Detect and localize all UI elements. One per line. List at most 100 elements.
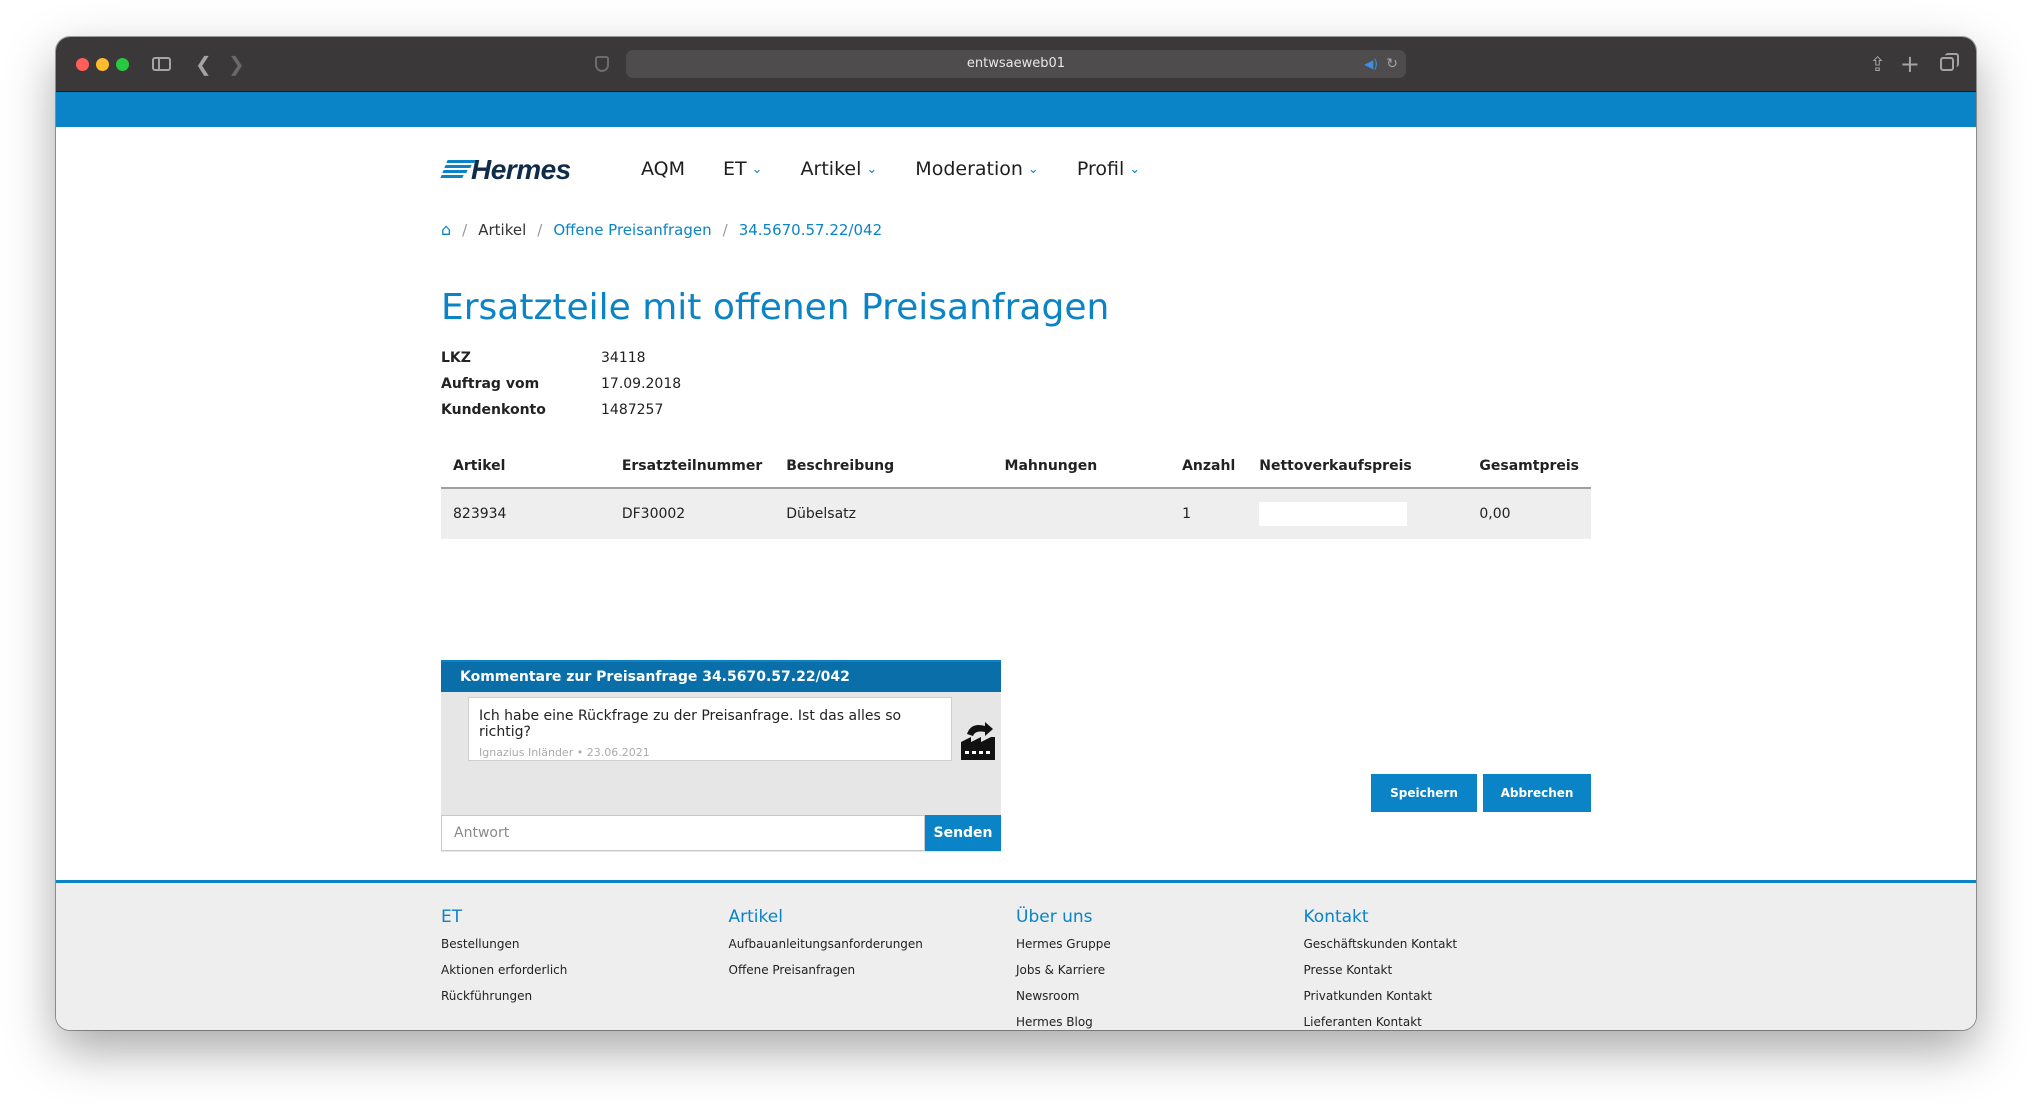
meta-label: Kundenkonto xyxy=(441,402,546,418)
breadcrumb-separator: / xyxy=(537,220,543,239)
col-ersatzteilnummer: Ersatzteilnummer xyxy=(609,444,775,489)
page-title: Ersatzteile mit offenen Preisanfragen xyxy=(441,287,1110,328)
meta-label: Auftrag vom xyxy=(441,376,540,392)
browser-titlebar: ❮ ❯ entwsaeweb01 ◀) ↻ ⇪ + xyxy=(56,37,1976,92)
breadcrumb-separator: / xyxy=(722,220,728,239)
footer-col-artikel: Artikel Aufbauanleitungsanforderungen Of… xyxy=(729,907,1017,1030)
col-nettoverkaufspreis: Nettoverkaufspreis xyxy=(1247,444,1468,489)
cancel-button[interactable]: Abbrechen xyxy=(1483,774,1591,812)
footer-link[interactable]: Bestellungen xyxy=(441,937,729,963)
footer-link[interactable]: Hermes Gruppe xyxy=(1016,937,1304,963)
page: Hermes AQM ET ⌄ Artikel ⌄ Moderation ⌄ Prof… xyxy=(56,92,1976,1030)
footer-col-title[interactable]: Über uns xyxy=(1016,907,1304,927)
meta-value: 34118 xyxy=(601,350,646,366)
meta-value: 1487257 xyxy=(601,402,664,418)
save-button[interactable]: Speichern xyxy=(1371,774,1477,812)
nettoverkaufspreis-input[interactable] xyxy=(1259,502,1408,526)
reply-form: Senden xyxy=(441,815,1001,851)
zoom-window-button[interactable] xyxy=(116,58,129,71)
footer-link[interactable]: Rückführungen xyxy=(441,989,729,1015)
breadcrumb-separator: / xyxy=(462,220,468,239)
cell-gesamtpreis: 0,00 xyxy=(1467,488,1591,539)
address-bar[interactable]: entwsaeweb01 ◀) ↻ xyxy=(626,50,1406,78)
minimize-window-button[interactable] xyxy=(96,58,109,71)
breadcrumb-offene-preisanfragen[interactable]: Offene Preisanfragen xyxy=(553,221,711,239)
meta-row-lkz: LKZ 34118 xyxy=(441,350,681,376)
breadcrumb: ⌂ / Artikel / Offene Preisanfragen / 34.… xyxy=(441,220,882,239)
footer-link[interactable]: Jobs & Karriere xyxy=(1016,963,1304,989)
footer-link[interactable]: Offene Preisanfragen xyxy=(729,963,1017,989)
cell-nettoverkaufspreis xyxy=(1247,488,1468,539)
back-icon[interactable]: ❮ xyxy=(195,51,212,77)
cell-anzahl: 1 xyxy=(1170,488,1248,539)
chevron-down-icon: ⌄ xyxy=(1129,161,1141,177)
footer-col-ueber-uns: Über uns Hermes Gruppe Jobs & Karriere N… xyxy=(1016,907,1304,1030)
nav-moderation[interactable]: Moderation ⌄ xyxy=(915,158,1039,180)
footer-link[interactable]: Aufbauanleitungsanforderungen xyxy=(729,937,1017,963)
comments-header: Kommentare zur Preisanfrage 34.5670.57.2… xyxy=(441,660,1001,692)
nav-artikel[interactable]: Artikel ⌄ xyxy=(801,158,878,180)
browser-window: ❮ ❯ entwsaeweb01 ◀) ↻ ⇪ + Hermes AQM ET … xyxy=(56,37,1976,1030)
footer-col-title[interactable]: ET xyxy=(441,907,729,927)
footer-link[interactable]: Presse Kontakt xyxy=(1304,963,1592,989)
nav-label: AQM xyxy=(641,158,686,180)
send-button[interactable]: Senden xyxy=(925,815,1001,851)
sidebar-toggle-icon[interactable] xyxy=(152,57,171,71)
breadcrumb-auftrag[interactable]: 34.5670.57.22/042 xyxy=(739,221,882,239)
parts-table: Artikel Ersatzteilnummer Beschreibung Ma… xyxy=(441,444,1591,539)
close-window-button[interactable] xyxy=(76,58,89,71)
col-gesamtpreis: Gesamtpreis xyxy=(1467,444,1591,489)
cell-ersatzteilnummer: DF30002 xyxy=(609,488,775,539)
col-anzahl: Anzahl xyxy=(1170,444,1248,489)
comment-author-date: Ignazius Inländer • 23.06.2021 xyxy=(479,746,650,759)
form-actions: Speichern Abbrechen xyxy=(1371,774,1591,812)
comment-text: Ich habe eine Rückfrage zu der Preisanfr… xyxy=(479,708,902,740)
footer-link[interactable]: Geschäftskunden Kontakt xyxy=(1304,937,1592,963)
forward-icon[interactable]: ❯ xyxy=(228,51,245,77)
footer-columns: ET Bestellungen Aktionen erforderlich Rü… xyxy=(441,907,1591,1030)
order-meta: LKZ 34118 Auftrag vom 17.09.2018 Kundenk… xyxy=(441,350,681,428)
logo-stripes-icon xyxy=(440,160,476,180)
col-beschreibung: Beschreibung xyxy=(774,444,993,489)
footer-col-title[interactable]: Kontakt xyxy=(1304,907,1592,927)
privacy-shield-icon[interactable] xyxy=(595,56,609,72)
breadcrumb-artikel: Artikel xyxy=(478,220,527,239)
reply-input[interactable] xyxy=(441,815,925,851)
cell-mahnungen xyxy=(992,488,1171,539)
col-mahnungen: Mahnungen xyxy=(992,444,1171,489)
logo-text: Hermes xyxy=(471,154,571,185)
table-row: 823934 DF30002 Dübelsatz 1 0,00 xyxy=(441,488,1591,539)
home-icon[interactable]: ⌂ xyxy=(441,220,451,239)
nav-label: ET xyxy=(723,158,747,180)
cell-beschreibung: Dübelsatz xyxy=(774,488,993,539)
reload-icon[interactable]: ↻ xyxy=(1386,50,1398,78)
col-artikel: Artikel xyxy=(441,444,610,489)
meta-row-auftrag-vom: Auftrag vom 17.09.2018 xyxy=(441,376,681,402)
footer-col-kontakt: Kontakt Geschäftskunden Kontakt Presse K… xyxy=(1304,907,1592,1030)
url-text: entwsaeweb01 xyxy=(966,56,1066,71)
footer-link[interactable]: Newsroom xyxy=(1016,989,1304,1015)
footer: ET Bestellungen Aktionen erforderlich Rü… xyxy=(56,880,1976,1030)
audio-icon[interactable]: ◀) xyxy=(1364,50,1378,78)
tab-overview-icon[interactable] xyxy=(1940,53,1959,71)
footer-col-et: ET Bestellungen Aktionen erforderlich Rü… xyxy=(441,907,729,1030)
table-header-row: Artikel Ersatzteilnummer Beschreibung Ma… xyxy=(441,444,1591,489)
footer-link[interactable]: Privatkunden Kontakt xyxy=(1304,989,1592,1015)
nav-label: Artikel xyxy=(800,158,862,180)
chevron-down-icon: ⌄ xyxy=(866,161,878,177)
footer-link[interactable]: Hermes Blog xyxy=(1016,1015,1304,1030)
nav-profil[interactable]: Profil ⌄ xyxy=(1077,158,1140,180)
footer-col-title[interactable]: Artikel xyxy=(729,907,1017,927)
nav-label: Moderation xyxy=(915,158,1023,180)
meta-label: LKZ xyxy=(441,350,471,366)
new-tab-icon[interactable]: + xyxy=(1900,51,1920,77)
nav-aqm[interactable]: AQM xyxy=(641,158,685,180)
footer-link[interactable]: Lieferanten Kontakt xyxy=(1304,1015,1592,1030)
share-icon[interactable]: ⇪ xyxy=(1869,51,1886,77)
factory-icon xyxy=(961,722,995,760)
nav-et[interactable]: ET ⌄ xyxy=(723,158,763,180)
footer-link[interactable]: Aktionen erforderlich xyxy=(441,963,729,989)
meta-value: 17.09.2018 xyxy=(601,376,682,392)
comments-panel: Kommentare zur Preisanfrage 34.5670.57.2… xyxy=(441,660,1001,852)
comment-bubble: Ich habe eine Rückfrage zu der Preisanfr… xyxy=(468,697,952,761)
